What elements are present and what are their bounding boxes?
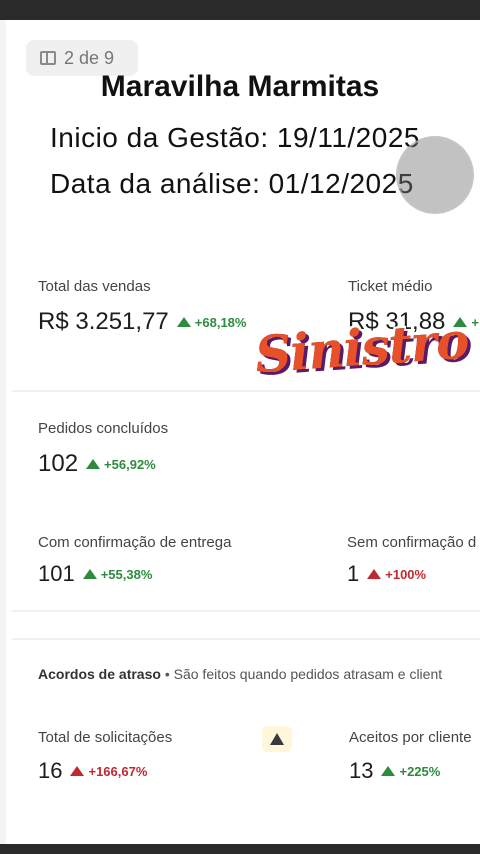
accepted-delta: +225% [381,764,440,779]
without-confirmation-delta: +100% [367,567,426,582]
without-confirmation-metric: 1 +100% [347,561,426,587]
warning-triangle-icon [270,733,284,745]
without-confirmation-value: 1 [347,561,360,586]
with-confirmation-delta: +55,38% [82,566,153,582]
section-divider [12,390,480,392]
touch-indicator [396,136,474,214]
with-confirmation-metric: 101 +55,38% [38,561,152,587]
up-arrow-red-icon [367,569,382,579]
header-separator: • [164,666,170,682]
analysis-date-line: Data da análise: 01/12/2025 [50,168,414,199]
accepted-label: Aceitos por cliente [349,729,472,746]
up-arrow-icon [86,459,101,469]
up-arrow-icon [176,317,191,327]
orders-completed-delta-value: +56,92% [104,456,156,472]
store-title: Maravilha Marmitas [100,70,380,103]
orders-completed-value: 102 [38,450,79,477]
up-arrow-icon [82,569,97,579]
accepted-value: 13 [349,758,374,783]
warning-icon[interactable] [262,726,292,752]
total-requests-value: 16 [38,758,63,783]
delay-agreements-header: Acordos de atraso • São feitos quando pe… [38,666,442,682]
orders-completed-label: Pedidos concluídos [38,420,169,437]
section-divider [12,610,480,612]
without-confirmation-label: Sem confirmação d [347,534,477,551]
status-bar [0,0,480,20]
up-arrow-icon [381,766,396,776]
watermark-logo: Sinistro [253,310,471,385]
total-sales-delta: +68,18% [176,314,247,330]
with-confirmation-value: 101 [38,561,75,586]
orders-completed-metric: 102 +56,92% [38,450,156,478]
page-counter-label: 2 de 9 [64,47,115,68]
panel-icon [40,51,56,65]
management-start-line: Inicio da Gestão: 19/11/2025 [50,122,420,153]
ticket-label: Ticket médio [348,278,433,295]
total-requests-delta: +166,67% [70,764,147,779]
frame-edge [0,20,6,844]
without-confirmation-delta-value: +100% [385,566,427,582]
bottom-bar [0,844,480,854]
up-arrow-red-icon [70,766,85,776]
total-requests-metric: 16 +166,67% [38,758,147,784]
with-confirmation-delta-value: +55,38% [100,566,153,582]
delay-agreements-title: Acordos de atraso [38,666,161,682]
with-confirmation-label: Com confirmação de entrega [38,534,232,551]
total-sales-value: R$ 3.251,77 [38,308,169,335]
total-sales-delta-value: +68,18% [194,314,247,330]
delay-agreements-description: São feitos quando pedidos atrasam e clie… [173,666,443,682]
accepted-metric: 13 +225% [349,758,440,784]
total-requests-delta-value: +166,67% [88,763,148,779]
ticket-delta-value: + [471,314,479,330]
orders-completed-delta: +56,92% [86,457,156,472]
total-requests-label: Total de solicitações [38,729,173,746]
total-sales-metric: R$ 3.251,77 +68,18% [38,308,246,336]
total-sales-label: Total das vendas [38,278,151,295]
accepted-delta-value: +225% [399,763,441,779]
